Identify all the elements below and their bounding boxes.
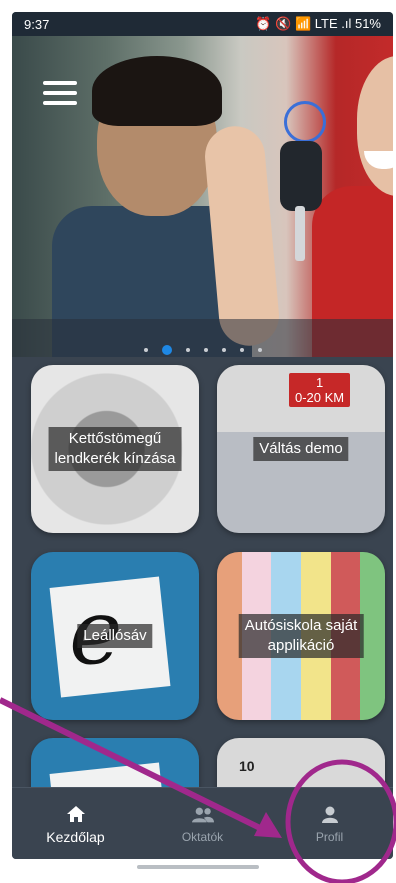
nav-label: Kezdőlap <box>46 829 105 845</box>
status-time: 9:37 <box>24 16 50 32</box>
carousel-dot[interactable] <box>203 348 208 352</box>
carousel-dot[interactable] <box>221 348 226 352</box>
tile-label: Kettőstömegű lendkerék kínzása <box>48 427 182 471</box>
bottom-nav: Kezdőlap Oktatók Profil <box>12 787 393 859</box>
app-frame: 9:37 ⏰ 🔇 📶 LTE .ıl 51% Kettőstömegű lend… <box>12 12 393 859</box>
hero-image-woman-face <box>357 56 393 196</box>
status-bar: 9:37 ⏰ 🔇 📶 LTE .ıl 51% <box>12 12 393 36</box>
carousel-dot[interactable] <box>257 348 262 352</box>
key-ring-icon <box>284 101 326 143</box>
tile-shift-demo[interactable]: 1 0-20 KM Váltás demo <box>217 365 385 533</box>
tile-emergency-lane[interactable]: e Leállósáv <box>31 552 199 720</box>
person-icon <box>319 804 341 826</box>
nav-item-profile[interactable]: Profil <box>266 788 393 859</box>
home-icon <box>65 803 87 825</box>
gesture-bar[interactable] <box>137 865 259 869</box>
tile-label: Váltás demo <box>253 437 349 461</box>
hero-carousel[interactable] <box>12 36 393 357</box>
nav-item-instructors[interactable]: Oktatók <box>139 788 266 859</box>
nav-label: Oktatók <box>181 830 224 844</box>
gauge-number: 10 <box>239 758 255 774</box>
tile-dual-mass-flywheel[interactable]: Kettőstömegű lendkerék kínzása <box>31 365 199 533</box>
status-indicators: ⏰ 🔇 📶 LTE .ıl 51% <box>255 16 381 32</box>
battery-level: 51% <box>354 16 381 31</box>
speed-badge: 1 0-20 KM <box>289 373 351 407</box>
tile-driving-school-app[interactable]: Autósiskola saját applikáció <box>217 552 385 720</box>
car-key-icon <box>280 141 322 211</box>
carousel-dot[interactable] <box>143 348 148 352</box>
status-icons: ⏰ 🔇 📶 LTE .ıl <box>255 16 352 31</box>
carousel-dot-active[interactable] <box>161 345 172 355</box>
car-key-blade <box>295 206 305 261</box>
carousel-dot[interactable] <box>185 348 190 352</box>
carousel-dot[interactable] <box>239 348 244 352</box>
nav-label: Profil <box>315 830 344 844</box>
carousel-pager <box>12 319 393 357</box>
people-icon <box>191 804 214 826</box>
tile-label: Autósiskola saját applikáció <box>238 614 364 658</box>
hero-image-man-hair <box>92 56 222 126</box>
nav-item-home[interactable]: Kezdőlap <box>12 788 139 859</box>
hamburger-menu-icon[interactable] <box>43 81 77 105</box>
tile-label: Leállósáv <box>77 624 153 648</box>
